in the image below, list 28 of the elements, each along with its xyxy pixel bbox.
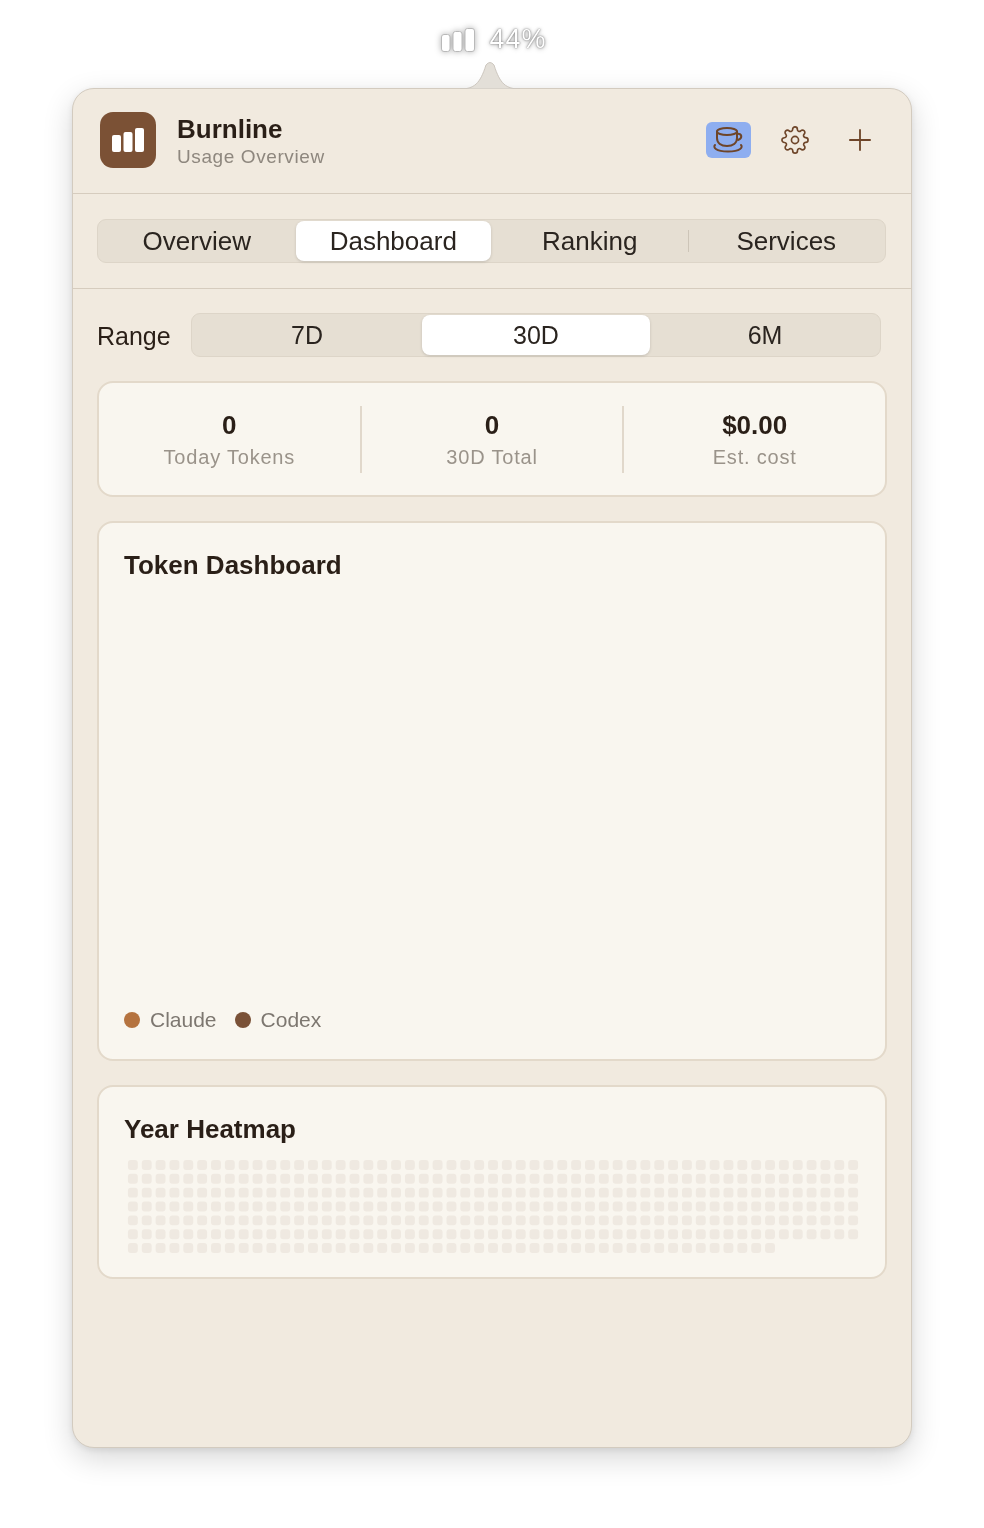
stat-label: Est. cost [712, 444, 797, 470]
tab[interactable]: Services [688, 221, 884, 261]
stat-value: 0 [484, 408, 500, 441]
stat-label: 30D Total [446, 444, 538, 470]
tab[interactable]: Overview [99, 221, 295, 261]
app-subtitle: Usage Overview [177, 145, 325, 169]
app-title: Burnline [177, 113, 284, 145]
range-label: Range [97, 321, 172, 351]
stat-value: 0 [222, 408, 237, 441]
add-button[interactable] [849, 129, 871, 151]
range-option[interactable]: 30D [422, 315, 650, 355]
range-option[interactable]: 7D [193, 315, 421, 355]
card-title: Year Heatmap [124, 1113, 296, 1145]
card-title: Token Dashboard [124, 549, 342, 581]
legend-label: Codex [260, 1007, 322, 1033]
settings-button[interactable] [781, 126, 809, 154]
cup-icon [711, 127, 746, 153]
range-option[interactable]: 6M [651, 315, 879, 355]
stat-label: Today Tokens [163, 444, 296, 470]
tab[interactable]: Ranking [492, 221, 688, 261]
settings-icon [781, 126, 809, 154]
bar-chart-icon [441, 27, 476, 52]
tab[interactable]: Dashboard [295, 221, 491, 261]
plus-icon [849, 129, 871, 151]
bar-chart-app-icon [100, 112, 156, 168]
cup-button[interactable] [706, 122, 751, 158]
stat-value: $0.00 [722, 408, 788, 441]
legend-label: Claude [150, 1007, 217, 1033]
